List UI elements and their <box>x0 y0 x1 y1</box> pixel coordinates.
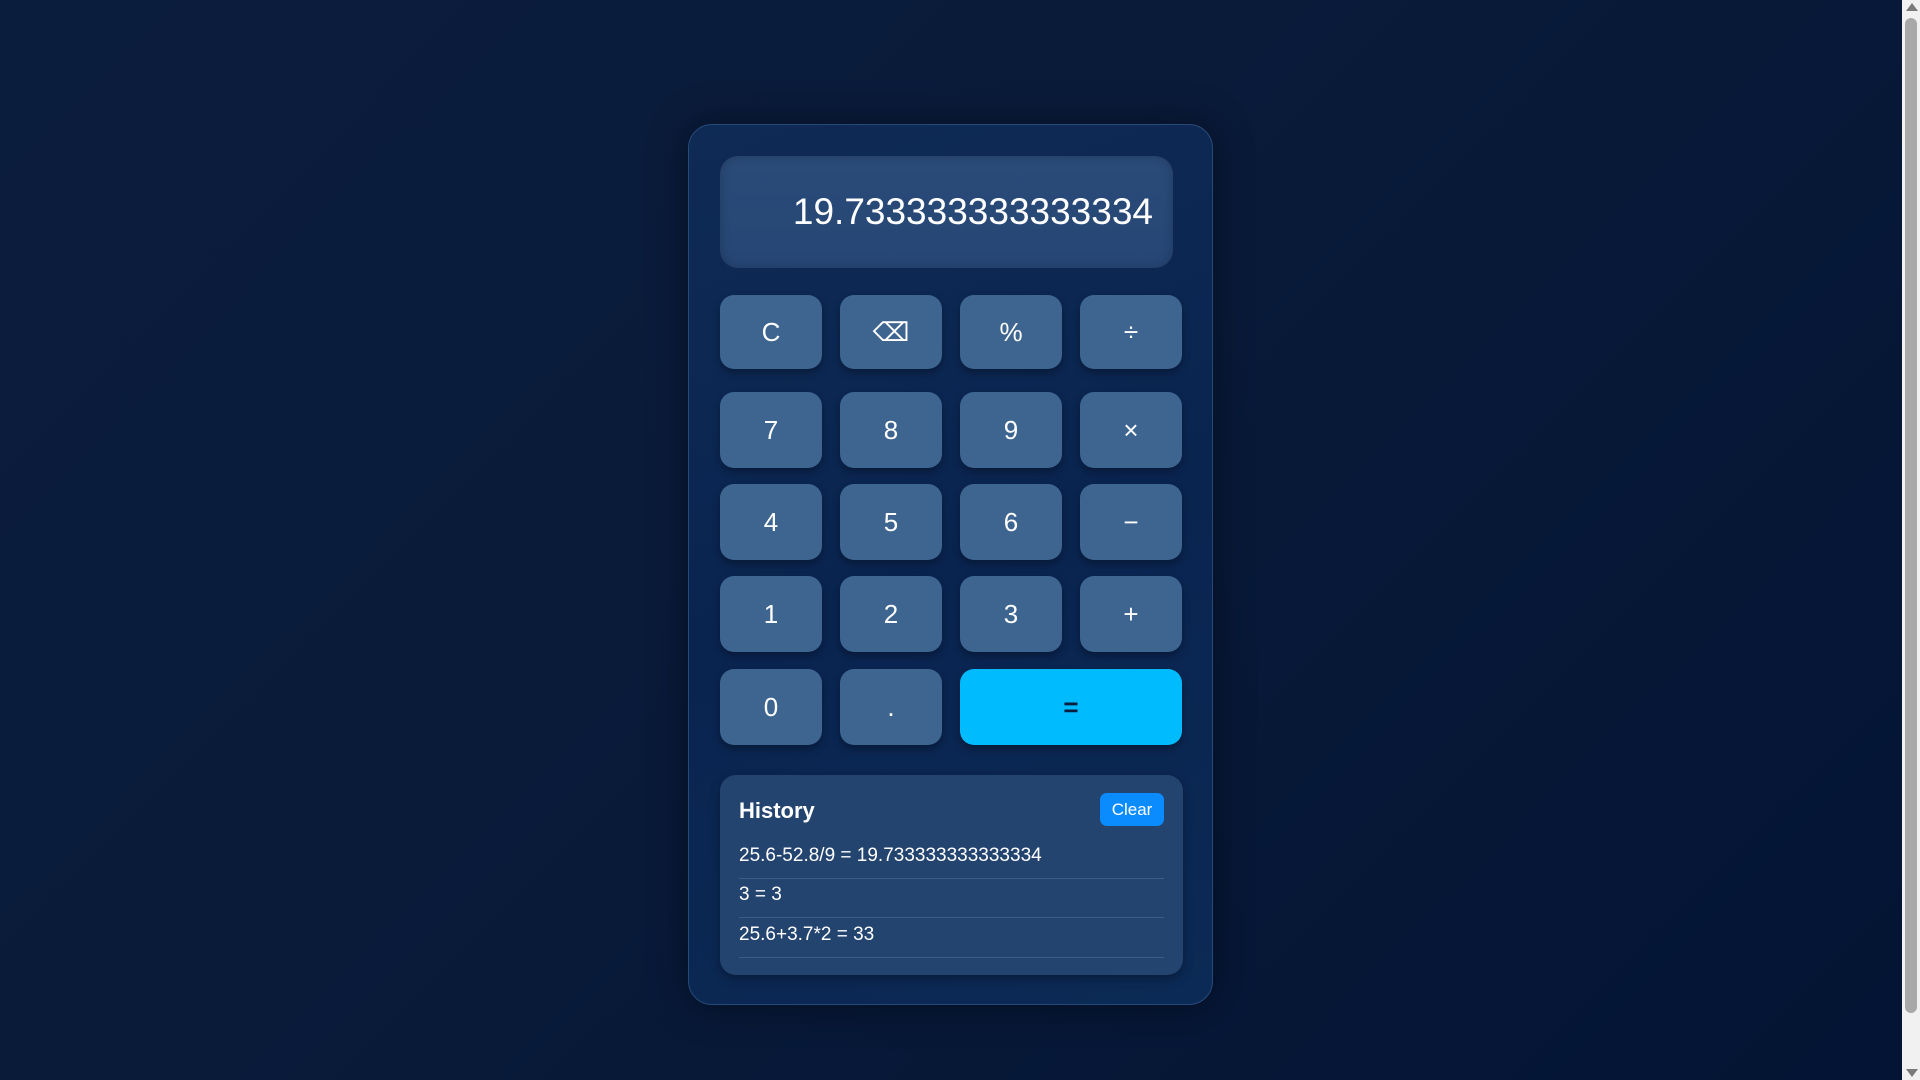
digit-1-button[interactable]: 1 <box>720 576 822 652</box>
equals-button[interactable]: = <box>960 669 1182 745</box>
digit-6-button[interactable]: 6 <box>960 484 1062 560</box>
calculator-display: 19.733333333333334 <box>720 156 1173 268</box>
clear-history-button[interactable]: Clear <box>1100 793 1164 826</box>
multiply-button[interactable]: × <box>1080 392 1182 468</box>
scroll-down-arrow-icon[interactable] <box>1906 1069 1918 1077</box>
add-button[interactable]: + <box>1080 576 1182 652</box>
vertical-scrollbar[interactable] <box>1902 0 1920 1080</box>
history-item[interactable]: 25.6+3.7*2 = 33 <box>739 919 1164 958</box>
digit-7-button[interactable]: 7 <box>720 392 822 468</box>
history-title: History <box>739 798 815 823</box>
page-viewport: 19.733333333333334 C ⌫ % ÷ 7 8 9 × 4 5 6… <box>0 0 1902 1080</box>
digit-5-button[interactable]: 5 <box>840 484 942 560</box>
divide-button[interactable]: ÷ <box>1080 295 1182 369</box>
backspace-button[interactable]: ⌫ <box>840 295 942 369</box>
history-item[interactable]: 25.6-52.8/9 = 19.733333333333334 <box>739 840 1164 879</box>
display-value: 19.733333333333334 <box>792 191 1153 232</box>
digit-3-button[interactable]: 3 <box>960 576 1062 652</box>
history-item[interactable]: 3 = 3 <box>739 879 1164 918</box>
digit-0-button[interactable]: 0 <box>720 669 822 745</box>
digit-9-button[interactable]: 9 <box>960 392 1062 468</box>
calculator: 19.733333333333334 C ⌫ % ÷ 7 8 9 × 4 5 6… <box>688 124 1213 1005</box>
digit-2-button[interactable]: 2 <box>840 576 942 652</box>
history-panel: History Clear 25.6-52.8/9 = 19.733333333… <box>720 775 1183 975</box>
clear-button[interactable]: C <box>720 295 822 369</box>
decimal-button[interactable]: . <box>840 669 942 745</box>
digit-8-button[interactable]: 8 <box>840 392 942 468</box>
percent-button[interactable]: % <box>960 295 1062 369</box>
scrollbar-thumb[interactable] <box>1905 18 1917 1013</box>
scroll-up-arrow-icon[interactable] <box>1906 3 1918 11</box>
subtract-button[interactable]: − <box>1080 484 1182 560</box>
digit-4-button[interactable]: 4 <box>720 484 822 560</box>
